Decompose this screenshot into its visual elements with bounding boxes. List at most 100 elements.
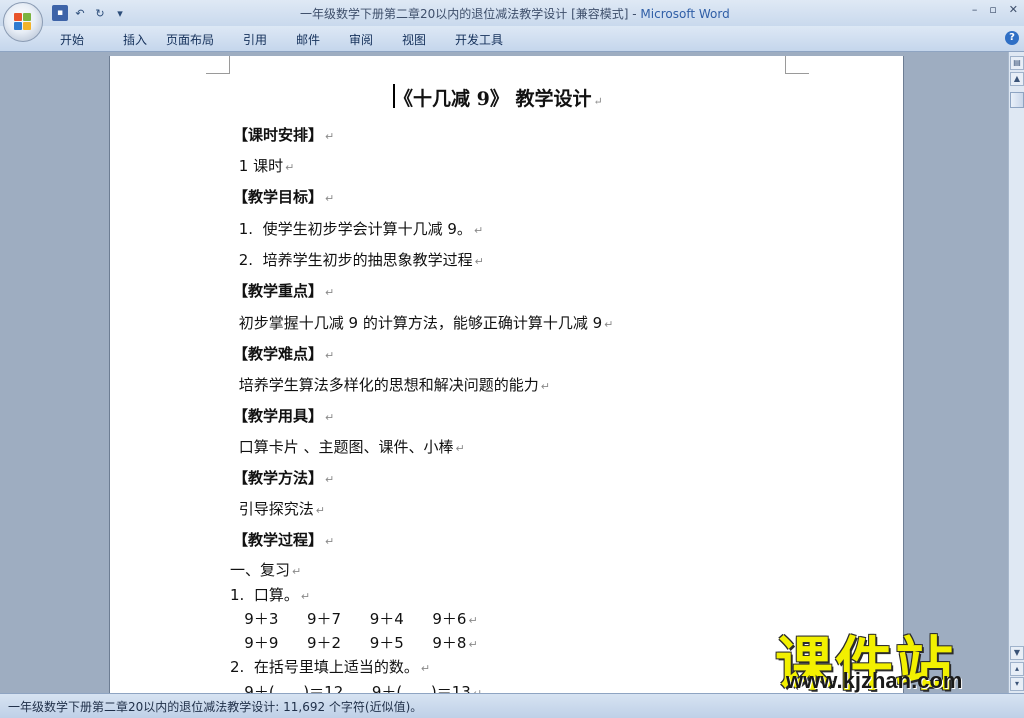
undo-icon[interactable]: ↶ bbox=[72, 5, 88, 21]
paragraph-mark: ↵ bbox=[455, 442, 465, 455]
paragraph-mark: ↵ bbox=[593, 95, 603, 108]
line-text: 9＋( )＝12 9＋( )＝13 bbox=[230, 683, 471, 693]
ribbon: 开始 插入 页面布局 引用 邮件 审阅 视图 开发工具 ? bbox=[0, 26, 1024, 52]
body-line: 2. 在括号里填上适当的数。 ↵ bbox=[230, 656, 430, 677]
scroll-thumb[interactable] bbox=[1010, 92, 1024, 108]
line-text: 一、复习 bbox=[230, 561, 291, 579]
document-title-text: 一年级数学下册第二章20以内的退位减法教学设计 [兼容模式] - bbox=[300, 7, 641, 21]
paragraph-mark: ↵ bbox=[325, 192, 335, 205]
line-text: 9＋9 9＋2 9＋5 9＋8 bbox=[230, 634, 467, 652]
margin-corner-right bbox=[785, 56, 809, 74]
minimize-button[interactable]: – bbox=[972, 3, 978, 16]
line-text: 【教学重点】 bbox=[233, 282, 324, 300]
section-heading: 【教学难点】 ↵ bbox=[233, 343, 334, 364]
paragraph-mark: ↵ bbox=[420, 662, 431, 675]
ribbon-tabs: 开始 插入 页面布局 引用 邮件 审阅 视图 开发工具 bbox=[60, 31, 515, 48]
body-line: 1. 口算。 ↵ bbox=[230, 584, 310, 605]
paragraph-mark: ↵ bbox=[325, 411, 335, 424]
watermark-url: www.kjzhan.com bbox=[786, 668, 963, 693]
line-text: 【教学过程】 bbox=[233, 531, 324, 549]
document-heading: 《十几减 9》 教学设计 ↵ bbox=[394, 84, 603, 111]
paragraph-mark: ↵ bbox=[325, 349, 335, 362]
paragraph-mark: ↵ bbox=[474, 255, 484, 268]
ruler-toggle-icon[interactable]: ▤ bbox=[1010, 56, 1024, 70]
scroll-down-icon[interactable]: ▼ bbox=[1010, 646, 1024, 660]
tab-page-layout[interactable]: 页面布局 bbox=[166, 31, 243, 48]
line-text: 【课时安排】 bbox=[233, 126, 324, 144]
help-icon[interactable]: ? bbox=[1005, 31, 1019, 45]
window-controls: – ▫ ✕ bbox=[972, 3, 1018, 16]
line-text: 培养学生算法多样化的思想和解决问题的能力 bbox=[234, 376, 539, 394]
paragraph-mark: ↵ bbox=[540, 380, 550, 393]
customize-qat-icon[interactable]: ▾ bbox=[112, 5, 128, 21]
title-bar: ▪ ↶ ↻ ▾ 一年级数学下册第二章20以内的退位减法教学设计 [兼容模式] -… bbox=[0, 0, 1024, 26]
office-logo-icon bbox=[14, 13, 32, 31]
body-line: 9＋( )＝12 9＋( )＝13↵ bbox=[230, 681, 482, 693]
section-heading: 【课时安排】 ↵ bbox=[233, 124, 334, 145]
section-heading: 【教学重点】 ↵ bbox=[233, 280, 334, 301]
document-heading-text: 《十几减 9》 教学设计 bbox=[394, 88, 592, 110]
quick-access-toolbar: ▪ ↶ ↻ ▾ bbox=[52, 4, 128, 22]
line-text: 初步掌握十几减 9 的计算方法，能够正确计算十几减 9 bbox=[234, 314, 603, 332]
tab-view[interactable]: 视图 bbox=[402, 31, 455, 48]
section-heading: 【教学目标】 ↵ bbox=[233, 186, 334, 207]
body-line: 一、复习 ↵ bbox=[230, 559, 301, 580]
section-heading: 【教学过程】 ↵ bbox=[233, 529, 334, 550]
paragraph-mark: ↵ bbox=[285, 161, 295, 174]
line-text: 【教学目标】 bbox=[233, 188, 324, 206]
paragraph-mark: ↵ bbox=[473, 224, 484, 237]
body-line: 2. 培养学生初步的抽思象教学过程 ↵ bbox=[234, 249, 484, 270]
tab-home[interactable]: 开始 bbox=[60, 31, 123, 48]
previous-page-icon[interactable]: ▴ bbox=[1010, 662, 1024, 676]
body-line: 初步掌握十几减 9 的计算方法，能够正确计算十几减 9 ↵ bbox=[234, 312, 614, 333]
document-workspace: 《十几减 9》 教学设计 ↵ 【课时安排】 ↵ 1 课时 ↵ 【教学目标】 ↵ 1. 使学… bbox=[0, 52, 1008, 693]
body-line: 1 课时 ↵ bbox=[234, 155, 295, 176]
document-page[interactable]: 《十几减 9》 教学设计 ↵ 【课时安排】 ↵ 1 课时 ↵ 【教学目标】 ↵ 1. 使学… bbox=[109, 56, 904, 693]
line-text: 引导探究法 bbox=[234, 500, 314, 518]
paragraph-mark: ↵ bbox=[300, 590, 311, 603]
body-line: 9＋3 9＋7 9＋4 9＋6 ↵ bbox=[230, 608, 478, 629]
tab-references[interactable]: 引用 bbox=[243, 31, 296, 48]
restore-button[interactable]: ▫ bbox=[989, 3, 996, 16]
line-text: 【教学方法】 bbox=[233, 469, 324, 487]
tab-mailings[interactable]: 邮件 bbox=[296, 31, 349, 48]
scroll-up-icon[interactable]: ▲ bbox=[1010, 72, 1024, 86]
section-heading: 【教学方法】 ↵ bbox=[233, 467, 334, 488]
line-text: 9＋3 9＋7 9＋4 9＋6 bbox=[230, 610, 467, 628]
app-name: Microsoft Word bbox=[640, 7, 730, 21]
line-text: 口算卡片 、主题图、课件、小棒 bbox=[234, 438, 454, 456]
paragraph-mark: ↵ bbox=[292, 565, 302, 578]
office-button[interactable] bbox=[3, 2, 43, 42]
body-line: 1. 使学生初步学会计算十几减 9。 ↵ bbox=[234, 218, 483, 239]
line-text: 2. 培养学生初步的抽思象教学过程 bbox=[234, 251, 473, 269]
close-button[interactable]: ✕ bbox=[1009, 3, 1018, 16]
line-text: 【教学用具】 bbox=[233, 407, 324, 425]
paragraph-mark: ↵ bbox=[604, 318, 614, 331]
line-text: 1. 口算。 bbox=[230, 586, 299, 604]
next-page-icon[interactable]: ▾ bbox=[1010, 677, 1024, 691]
tab-review[interactable]: 审阅 bbox=[349, 31, 402, 48]
save-icon[interactable]: ▪ bbox=[52, 5, 68, 21]
vertical-scrollbar[interactable]: ▤ ▲ ▼ ▴ ▾ bbox=[1008, 52, 1024, 693]
body-line: 引导探究法 ↵ bbox=[234, 498, 325, 519]
line-text: 2. 在括号里填上适当的数。 bbox=[230, 658, 419, 676]
paragraph-mark: ↵ bbox=[325, 286, 335, 299]
paragraph-mark: ↵ bbox=[325, 130, 335, 143]
redo-icon[interactable]: ↻ bbox=[92, 5, 108, 21]
tab-developer[interactable]: 开发工具 bbox=[455, 31, 515, 48]
line-text: 【教学难点】 bbox=[233, 345, 324, 363]
paragraph-mark: ↵ bbox=[468, 638, 478, 651]
paragraph-mark: ↵ bbox=[468, 614, 478, 627]
body-line: 9＋9 9＋2 9＋5 9＋8 ↵ bbox=[230, 632, 478, 653]
margin-corner-left bbox=[206, 56, 230, 74]
paragraph-mark: ↵ bbox=[325, 535, 335, 548]
status-text: 一年级数学下册第二章20以内的退位减法教学设计: 11,692 个字符(近似值)… bbox=[8, 700, 423, 714]
section-heading: 【教学用具】 ↵ bbox=[233, 405, 334, 426]
paragraph-mark: ↵ bbox=[325, 473, 335, 486]
window-title: 一年级数学下册第二章20以内的退位减法教学设计 [兼容模式] - Microso… bbox=[300, 5, 730, 22]
line-text: 1. 使学生初步学会计算十几减 9。 bbox=[234, 220, 472, 238]
body-line: 口算卡片 、主题图、课件、小棒 ↵ bbox=[234, 436, 465, 457]
line-text: 1 课时 bbox=[234, 157, 284, 175]
tab-insert[interactable]: 插入 bbox=[123, 31, 166, 48]
paragraph-mark: ↵ bbox=[315, 504, 325, 517]
